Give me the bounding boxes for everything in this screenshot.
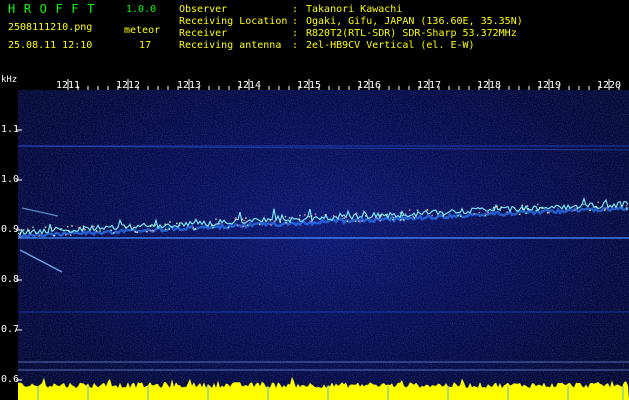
time-tick-1212: 1212 bbox=[115, 80, 141, 91]
time-tick-1220: 1220 bbox=[596, 80, 622, 91]
freq-tick-0-9: 0.9 bbox=[1, 224, 20, 235]
time-tick-1217: 1217 bbox=[416, 80, 442, 91]
time-tick-1218: 1218 bbox=[476, 80, 502, 91]
freq-tick-1-0: 1.0 bbox=[1, 174, 20, 185]
freq-tick-1-1: 1.1 bbox=[1, 124, 20, 135]
time-tick-1213: 1213 bbox=[176, 80, 202, 91]
time-tick-1211: 1211 bbox=[55, 80, 81, 91]
time-tick-1216: 1216 bbox=[356, 80, 382, 91]
freq-tick-0-7: 0.7 bbox=[1, 324, 20, 335]
y-axis-unit: kHz bbox=[1, 75, 18, 85]
time-tick-1214: 1214 bbox=[236, 80, 262, 91]
time-tick-1219: 1219 bbox=[536, 80, 562, 91]
hrofft-window: HROFFT 1.0.0 2508111210.png meteor 25.08… bbox=[0, 0, 629, 400]
freq-tick-0-8: 0.8 bbox=[1, 274, 20, 285]
axes-overlay bbox=[16, 79, 620, 381]
freq-tick-0-6: 0.6 bbox=[1, 374, 20, 385]
time-tick-1215: 1215 bbox=[296, 80, 322, 91]
